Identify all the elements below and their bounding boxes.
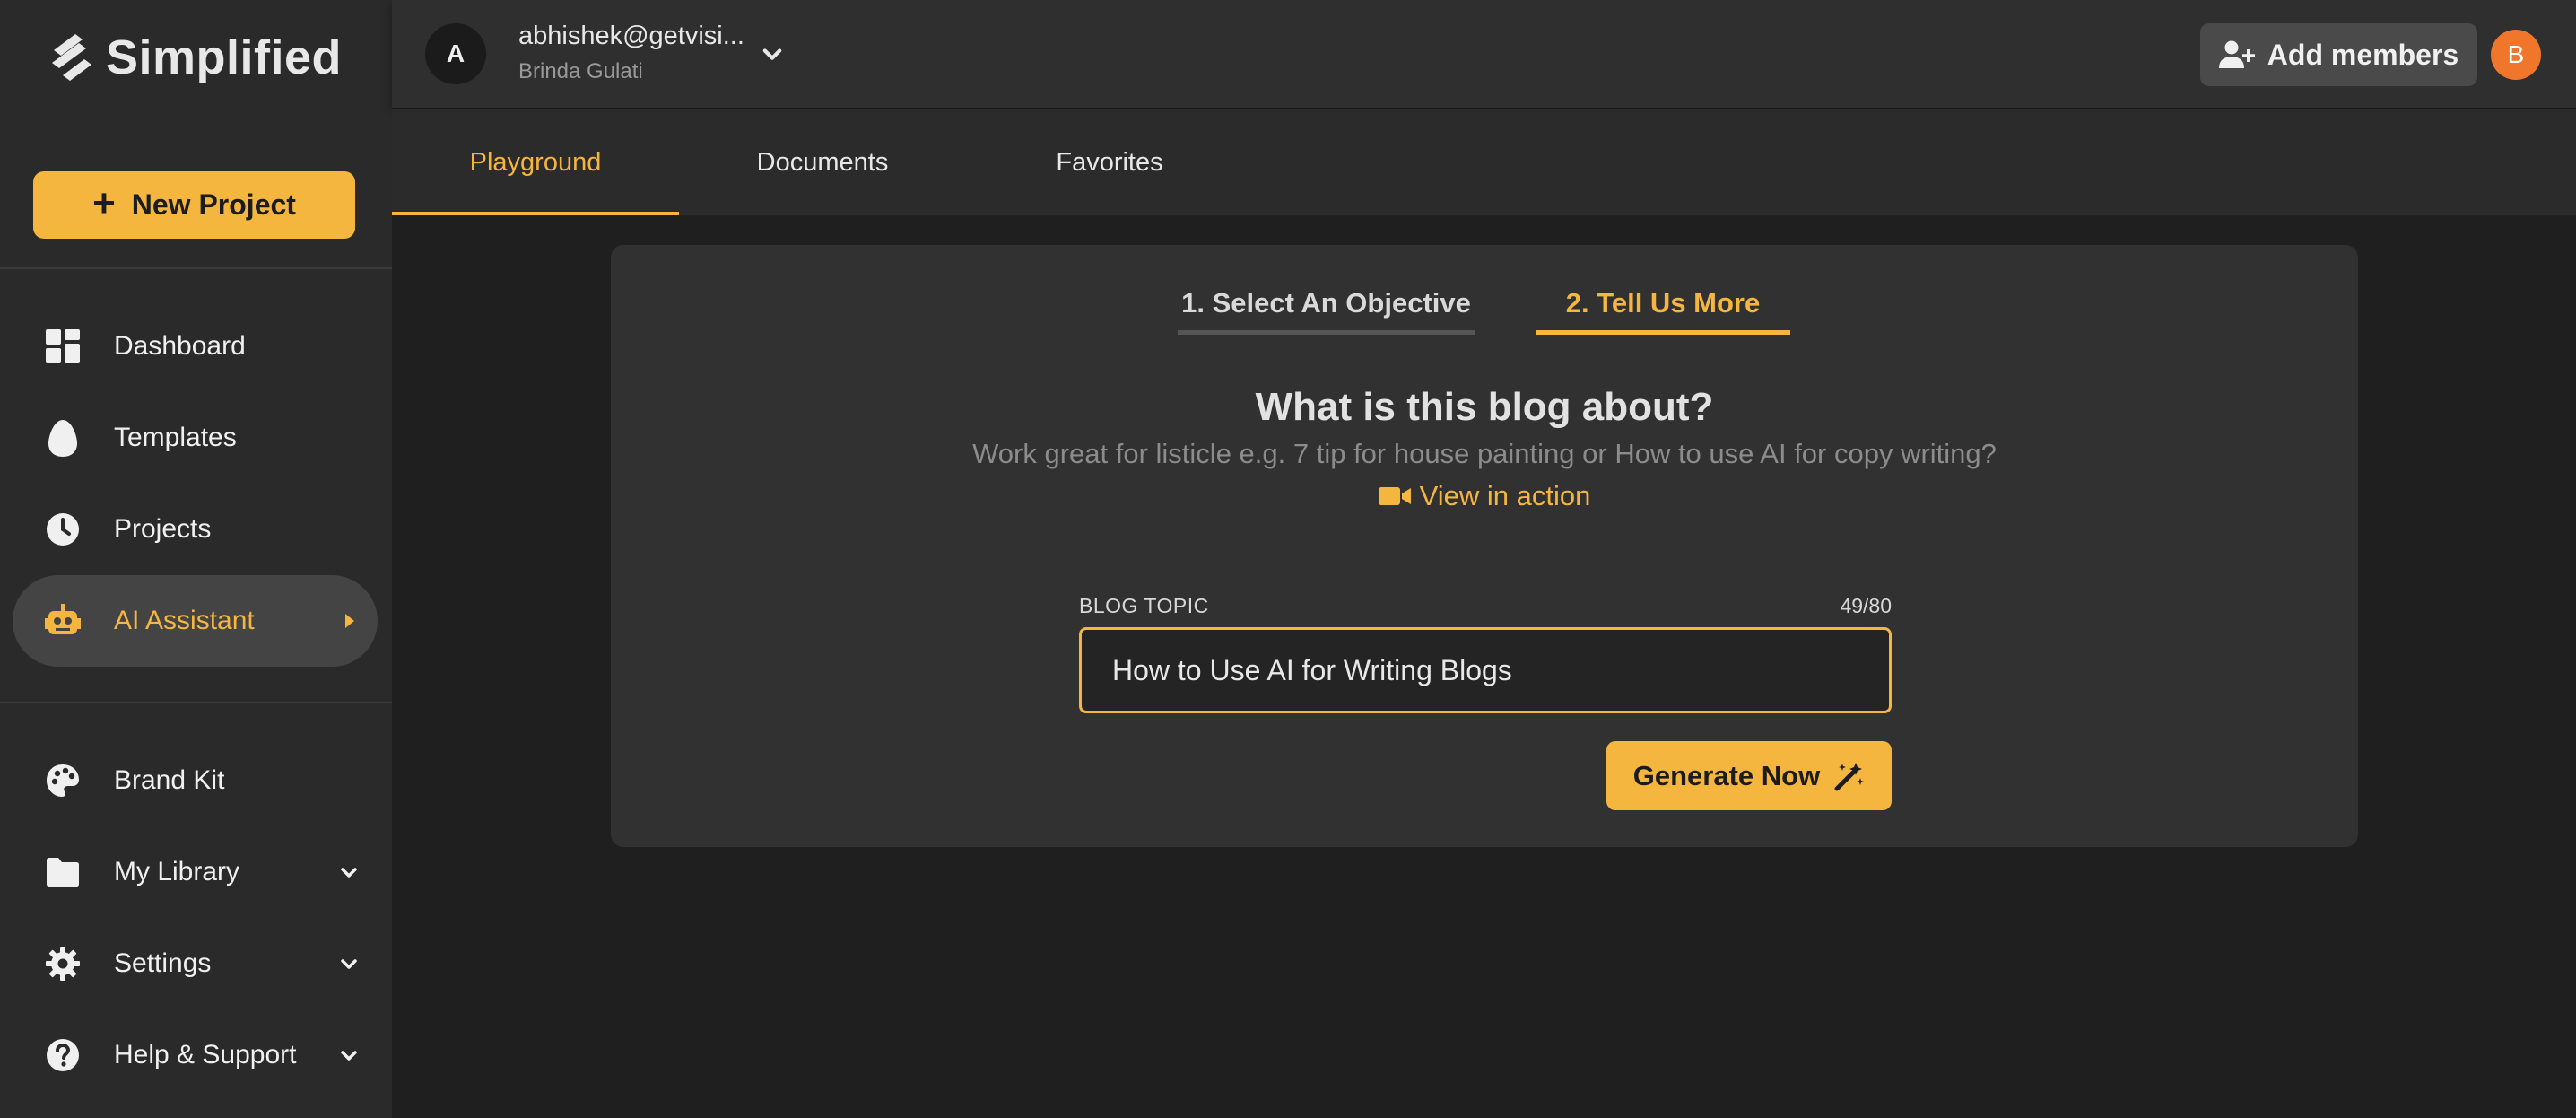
logo-text: Simplified bbox=[106, 31, 343, 84]
user-avatar[interactable]: B bbox=[2491, 30, 2541, 80]
sidebar-item-ai-assistant[interactable]: AI Assistant bbox=[13, 575, 378, 667]
sidebar-item-my-library[interactable]: My Library bbox=[13, 826, 378, 918]
view-in-action-label: View in action bbox=[1419, 480, 1591, 511]
sidebar: Simplified + New Project Dashboard Templ… bbox=[0, 0, 392, 1118]
blog-topic-label: BLOG TOPIC bbox=[1079, 594, 1209, 617]
sidebar-item-dashboard[interactable]: Dashboard bbox=[13, 301, 378, 392]
tab-bar: Playground Documents Favorites bbox=[392, 109, 2576, 215]
wizard-subtitle: Work great for listicle e.g. 7 tip for h… bbox=[972, 438, 1997, 469]
grid-icon bbox=[45, 328, 81, 364]
top-bar: A abhishek@getvisi... Brinda Gulati Add … bbox=[392, 0, 2576, 108]
tab-documents[interactable]: Documents bbox=[679, 109, 966, 215]
sidebar-item-label: Templates bbox=[114, 423, 237, 452]
sidebar-item-label: Projects bbox=[114, 514, 212, 544]
sidebar-item-label: My Library bbox=[114, 857, 240, 887]
logo[interactable]: Simplified bbox=[48, 29, 342, 86]
magic-wand-icon bbox=[1834, 762, 1865, 790]
sidebar-item-brand-kit[interactable]: Brand Kit bbox=[13, 735, 378, 826]
account-name: Brinda Gulati bbox=[518, 59, 643, 83]
chevron-down-icon[interactable] bbox=[760, 41, 785, 66]
tab-favorites[interactable]: Favorites bbox=[966, 109, 1253, 215]
gear-icon bbox=[45, 946, 81, 982]
generate-now-button[interactable]: Generate Now bbox=[1606, 741, 1892, 810]
sidebar-item-help-support[interactable]: Help & Support bbox=[13, 1009, 378, 1101]
sidebar-item-projects[interactable]: Projects bbox=[13, 484, 378, 575]
sidebar-item-label: Help & Support bbox=[114, 1040, 297, 1070]
sidebar-item-templates[interactable]: Templates bbox=[13, 392, 378, 484]
sidebar-divider bbox=[0, 702, 392, 703]
sidebar-item-label: AI Assistant bbox=[114, 606, 255, 635]
chevron-down-icon bbox=[341, 1051, 357, 1061]
folder-icon bbox=[45, 854, 81, 890]
tab-playground[interactable]: Playground bbox=[392, 109, 679, 215]
new-project-button[interactable]: + New Project bbox=[33, 171, 355, 239]
wizard-title: What is this blog about? bbox=[1255, 385, 1714, 429]
sidebar-item-label: Brand Kit bbox=[114, 765, 225, 795]
generate-now-label: Generate Now bbox=[1632, 759, 1821, 791]
plus-icon: + bbox=[92, 180, 116, 225]
view-in-action-link[interactable]: View in action bbox=[611, 480, 2358, 512]
new-project-label: New Project bbox=[131, 188, 296, 221]
egg-icon bbox=[45, 420, 81, 457]
account-email[interactable]: abhishek@getvisi... bbox=[518, 22, 744, 51]
step-tell-us-more[interactable]: 2. Tell Us More bbox=[1536, 272, 1790, 335]
blog-topic-input[interactable] bbox=[1079, 627, 1892, 713]
video-camera-icon bbox=[1378, 487, 1411, 505]
account-avatar[interactable]: A bbox=[425, 23, 486, 84]
caret-right-icon bbox=[345, 614, 354, 628]
clock-icon bbox=[45, 511, 81, 547]
sidebar-item-label: Dashboard bbox=[114, 331, 246, 361]
chevron-down-icon bbox=[341, 868, 357, 878]
chevron-down-icon bbox=[341, 959, 357, 969]
palette-icon bbox=[45, 763, 81, 799]
add-members-button[interactable]: Add members bbox=[2200, 23, 2477, 86]
help-circle-icon bbox=[45, 1037, 81, 1073]
char-count: 49/80 bbox=[1840, 594, 1892, 617]
simplified-logo-icon bbox=[52, 34, 91, 81]
add-members-label: Add members bbox=[2267, 38, 2459, 71]
blog-wizard-card: 1. Select An Objective 2. Tell Us More W… bbox=[611, 245, 2358, 847]
add-user-icon bbox=[2218, 40, 2255, 68]
robot-icon bbox=[45, 603, 81, 639]
sidebar-divider bbox=[0, 267, 392, 269]
sidebar-item-settings[interactable]: Settings bbox=[13, 918, 378, 1009]
step-select-objective[interactable]: 1. Select An Objective bbox=[1178, 272, 1475, 335]
sidebar-item-label: Settings bbox=[114, 948, 212, 978]
